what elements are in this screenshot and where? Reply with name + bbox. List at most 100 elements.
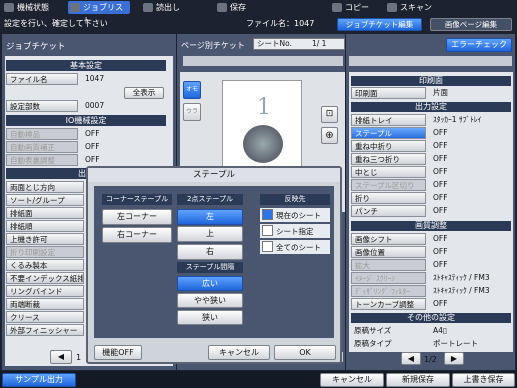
row-label: リングバインド bbox=[6, 285, 84, 297]
left-row-output-face[interactable]: 排紙面 bbox=[6, 207, 86, 219]
show-all-button[interactable]: 全表示 bbox=[124, 87, 164, 99]
image-adjust-header: 画質調整 bbox=[351, 221, 511, 231]
output-settings-header: 出力設定 bbox=[351, 102, 511, 112]
setting-row-staple[interactable]: ステープル OFF bbox=[351, 127, 511, 139]
reflect-sheet-spec-option[interactable]: シート指定 bbox=[260, 224, 330, 238]
function-off-button[interactable]: 機能OFF bbox=[94, 345, 142, 360]
two-point-right-button[interactable]: 右 bbox=[177, 244, 243, 260]
left-row-binding-dir[interactable]: 両面とじ方向 bbox=[6, 181, 86, 193]
left-row-trim[interactable]: 両端断裁 bbox=[6, 298, 86, 310]
setting-row-output-tray[interactable]: 排紙トレイ ｽﾀｯｶｰ1 ｻﾌﾞﾄﾚｲ bbox=[351, 114, 511, 126]
left-row-ext-finisher[interactable]: 外部フィニッシャー bbox=[6, 324, 86, 336]
setting-row-fold[interactable]: 折り OFF bbox=[351, 192, 511, 204]
back-side-button[interactable]: ウラ bbox=[183, 103, 201, 121]
setting-row-file-name[interactable]: ファイル名 1047 bbox=[6, 73, 166, 85]
setting-row-copies[interactable]: 設定部数 0007 bbox=[6, 100, 166, 112]
interval-slightly-narrow-button[interactable]: やや狭い bbox=[177, 293, 243, 308]
row-value: OFF bbox=[433, 167, 448, 176]
tab-label: 保存 bbox=[230, 3, 246, 12]
left-row-index-output[interactable]: 不要インデックス紙排紙 bbox=[6, 272, 86, 284]
row-label: 両面とじ方向 bbox=[6, 181, 84, 193]
row-value: 1047 bbox=[85, 74, 105, 83]
reflect-current-sheet-option[interactable]: 現在のシート bbox=[260, 208, 330, 222]
job-ticket-title: ジョブチケット bbox=[6, 42, 66, 52]
row-label: 中とじ bbox=[351, 166, 426, 178]
left-page-number: 1 bbox=[76, 353, 82, 362]
zoom-fit-icon[interactable]: ⊡ bbox=[321, 106, 338, 123]
right-corner-button[interactable]: 右コーナー bbox=[102, 227, 172, 243]
overwrite-save-button[interactable]: 上書き保存 bbox=[452, 373, 515, 387]
setting-row-image-position[interactable]: 画像位置 OFF bbox=[351, 246, 511, 258]
sample-output-button[interactable]: サンプル出力 bbox=[2, 373, 76, 387]
reflect-target-header: 反映先 bbox=[260, 194, 330, 205]
row-label: 自動検品 bbox=[6, 128, 78, 140]
setting-row-fold-saddle[interactable]: 重ね中折り OFF bbox=[351, 140, 511, 152]
front-side-button[interactable]: オモテ bbox=[183, 81, 201, 109]
interval-narrow-button[interactable]: 狭い bbox=[177, 310, 243, 325]
row-value: A4▯ bbox=[433, 326, 448, 335]
setting-row-print-side[interactable]: 印刷面 片面 bbox=[351, 87, 511, 99]
row-label: ファイル名 bbox=[6, 73, 78, 85]
new-save-button[interactable]: 新規保存 bbox=[386, 373, 450, 387]
tab-label: コピー bbox=[345, 3, 369, 12]
row-value: OFF bbox=[85, 155, 100, 164]
row-value: OFF bbox=[433, 193, 448, 202]
row-value: OFF bbox=[433, 141, 448, 150]
two-point-left-button[interactable]: 左 bbox=[177, 209, 243, 225]
reflect-all-sheets-option[interactable]: 全てのシート bbox=[260, 240, 330, 254]
tab-read[interactable]: 読出し bbox=[141, 1, 191, 14]
row-label: 自動表裏調整 bbox=[6, 154, 78, 166]
setting-row-tri-fold[interactable]: 重ね三つ折り OFF bbox=[351, 153, 511, 165]
right-scrollbar[interactable] bbox=[349, 56, 512, 66]
left-row-output-order[interactable]: 排紙順 bbox=[6, 220, 86, 232]
left-row-perfect-bind[interactable]: くるみ製本 bbox=[6, 259, 86, 271]
tab-job-list[interactable]: ジョブリスト bbox=[68, 1, 130, 25]
tab-machine-status[interactable]: 機械状態 bbox=[2, 1, 52, 14]
page-thumbnail[interactable]: 1 bbox=[222, 80, 302, 175]
sheet-no-box: シートNo. 1/ 1 bbox=[253, 38, 345, 50]
row-value: 片面 bbox=[433, 88, 448, 97]
setting-row-image-shift[interactable]: 画像シフト OFF bbox=[351, 233, 511, 245]
corner-staple-header: コーナーステープル bbox=[102, 194, 172, 205]
setting-row-tone-curve[interactable]: トーンカーブ調整 OFF bbox=[351, 298, 511, 310]
tab-save[interactable]: 保存 bbox=[215, 1, 260, 14]
page-scrollbar[interactable] bbox=[183, 56, 343, 66]
checkbox-icon bbox=[262, 209, 273, 220]
setting-row-original-size: 原稿サイズ A4▯ bbox=[351, 325, 511, 337]
save-icon bbox=[217, 3, 227, 12]
tab-image-page-edit[interactable]: 画像ページ編集 bbox=[430, 18, 512, 31]
dialog-ok-button[interactable]: OK bbox=[274, 345, 336, 360]
io-settings-header: IO機械設定 bbox=[6, 115, 166, 126]
zoom-in-icon[interactable]: ⊕ bbox=[321, 127, 338, 144]
interval-wide-button[interactable]: 広い bbox=[177, 276, 243, 291]
cancel-button[interactable]: キャンセル bbox=[320, 373, 384, 387]
left-row-crease[interactable]: クリース bbox=[6, 311, 86, 323]
left-row-sort-group[interactable]: ソート/グループ bbox=[6, 194, 86, 206]
left-corner-button[interactable]: 左コーナー bbox=[102, 209, 172, 225]
file-name-display: ファイル名：1047 bbox=[246, 19, 315, 28]
scan-icon bbox=[387, 3, 397, 12]
row-label: クリース bbox=[6, 311, 84, 323]
left-row-overwrite-allow[interactable]: 上機き許可 bbox=[6, 233, 86, 245]
right-page-next-button[interactable]: ▶ bbox=[444, 352, 464, 365]
row-label: 折り印刷設定 bbox=[6, 246, 84, 258]
row-label: くるみ製本 bbox=[6, 259, 84, 271]
setting-row-punch[interactable]: パンチ OFF bbox=[351, 205, 511, 217]
left-page-prev-button[interactable]: ◀ bbox=[50, 350, 72, 364]
dialog-cancel-button[interactable]: キャンセル bbox=[208, 345, 270, 360]
two-point-header: 2点ステープル bbox=[177, 194, 243, 205]
error-check-button[interactable]: エラーチェック bbox=[446, 38, 512, 52]
tab-job-ticket-edit[interactable]: ジョブチケット編集 bbox=[337, 18, 422, 31]
left-row-ring-bind[interactable]: リングバインド bbox=[6, 285, 86, 297]
row-label: 自動画質補正 bbox=[6, 141, 78, 153]
row-label: 外部フィニッシャー bbox=[6, 324, 84, 336]
row-label: ｲﾒｰｼﾞ ｽｸﾘｰﾝ bbox=[351, 272, 426, 284]
two-point-top-button[interactable]: 上 bbox=[177, 226, 243, 242]
setting-row-saddle-stitch[interactable]: 中とじ OFF bbox=[351, 166, 511, 178]
copy-icon bbox=[332, 3, 342, 12]
tab-copy[interactable]: コピー bbox=[330, 1, 380, 14]
right-page-prev-button[interactable]: ◀ bbox=[401, 352, 421, 365]
tab-scan[interactable]: スキャン bbox=[385, 1, 445, 14]
option-label: 全てのシート bbox=[276, 243, 321, 252]
row-value: OFF bbox=[85, 142, 100, 151]
